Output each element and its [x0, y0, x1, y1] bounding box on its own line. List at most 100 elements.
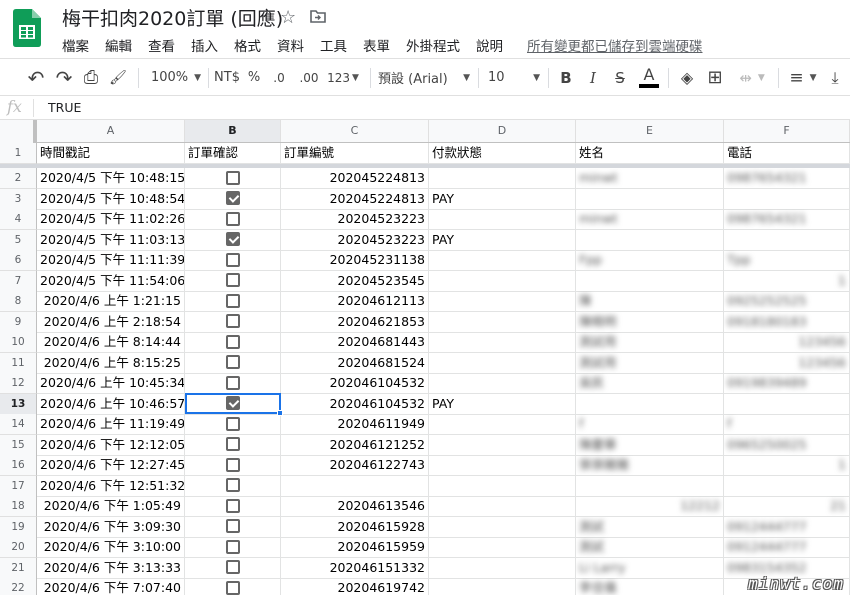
borders-icon[interactable]: ⊞ — [704, 59, 726, 96]
cell-name[interactable]: 12212 — [576, 496, 724, 517]
cell-phone[interactable]: 0912444777 — [724, 516, 850, 538]
cell-payment-status[interactable] — [429, 311, 576, 333]
cell-payment-status[interactable] — [429, 250, 576, 271]
menu-data[interactable]: 資料 — [269, 35, 312, 55]
row-header[interactable]: 12 — [0, 373, 37, 394]
font-size-select[interactable]: 10 ▼ — [488, 59, 540, 96]
cell-timestamp[interactable]: 2020/4/6 下午 3:13:33 — [37, 557, 185, 579]
formula-input[interactable]: TRUE — [48, 100, 81, 115]
checkbox-unchecked-icon[interactable] — [225, 539, 240, 554]
cell-order-confirm[interactable] — [185, 516, 281, 538]
row-header[interactable]: 11 — [0, 352, 37, 374]
cell-phone[interactable]: 21 — [724, 496, 850, 517]
vertical-align-icon[interactable]: ⤓ — [824, 59, 846, 96]
menu-addons[interactable]: 外掛程式 — [398, 35, 468, 55]
row-header[interactable]: 16 — [0, 455, 37, 476]
checkbox-unchecked-icon[interactable] — [225, 580, 240, 595]
merge-cells-button[interactable]: ⇹ ▼ — [732, 59, 772, 96]
cell-phone[interactable] — [724, 475, 850, 497]
cell-order-confirm[interactable] — [185, 352, 281, 374]
checkbox-unchecked-icon[interactable] — [225, 211, 240, 226]
row-header[interactable]: 8 — [0, 291, 37, 312]
cell-order-number[interactable]: 202046104532 — [281, 393, 429, 415]
cell-phone[interactable] — [724, 229, 850, 251]
strikethrough-button[interactable]: S — [610, 59, 630, 96]
column-header-a[interactable]: A — [37, 120, 185, 142]
increase-decimal-button[interactable]: .00 — [295, 59, 323, 96]
cell-order-number[interactable]: 20204523223 — [281, 229, 429, 251]
cell-order-confirm[interactable] — [185, 434, 281, 456]
row-header[interactable]: 22 — [0, 578, 37, 595]
checkbox-unchecked-icon[interactable] — [225, 314, 240, 328]
cell-phone[interactable]: 0987654321 — [724, 168, 850, 189]
cell-phone[interactable]: 1 — [724, 455, 850, 476]
checkbox-unchecked-icon[interactable] — [225, 355, 240, 369]
cell-name[interactable]: 陳曉明 — [576, 311, 724, 333]
row-header[interactable]: 9 — [0, 311, 37, 333]
horizontal-align-button[interactable]: ≡ ▼ — [786, 59, 820, 96]
checkbox-checked-icon[interactable] — [225, 232, 240, 246]
cell-order-confirm[interactable] — [185, 229, 281, 251]
cell-order-confirm[interactable] — [185, 332, 281, 353]
cell-payment-status[interactable] — [429, 270, 576, 292]
checkbox-unchecked-icon[interactable] — [225, 416, 240, 431]
cell-phone[interactable]: 123456 — [724, 352, 850, 374]
cell-payment-status[interactable] — [429, 168, 576, 189]
cell-payment-status[interactable] — [429, 209, 576, 230]
cell-order-number[interactable]: 20204615959 — [281, 537, 429, 558]
cell-timestamp[interactable]: 2020/4/6 下午 1:05:49 — [37, 496, 185, 517]
cell-order-number[interactable]: 20204613546 — [281, 496, 429, 517]
cell-name[interactable]: 陳慶華 — [576, 434, 724, 456]
row-header[interactable]: 19 — [0, 516, 37, 538]
cell-name[interactable]: 測試 — [576, 516, 724, 538]
checkbox-unchecked-icon[interactable] — [225, 273, 240, 287]
cell-payment-status[interactable] — [429, 291, 576, 312]
more-formats-select[interactable]: 123 ▼ — [326, 59, 360, 96]
cell-payment-status[interactable] — [429, 455, 576, 476]
fill-color-icon[interactable]: ◈ — [676, 59, 698, 96]
row-header[interactable]: 17 — [0, 475, 37, 497]
cell-order-confirm[interactable] — [185, 496, 281, 517]
cell-order-number[interactable]: 20204612113 — [281, 291, 429, 312]
cell-order-confirm[interactable] — [185, 475, 281, 497]
cell-phone[interactable]: 123456 — [724, 332, 850, 353]
currency-format-button[interactable]: NT$ — [213, 59, 241, 96]
select-all-corner[interactable] — [0, 120, 37, 143]
checkbox-unchecked-icon[interactable] — [225, 498, 240, 513]
cell-timestamp[interactable]: 2020/4/5 下午 11:54:06 — [37, 270, 185, 292]
cell-timestamp[interactable]: 2020/4/5 下午 11:03:13 — [37, 229, 185, 251]
cell-phone[interactable]: 0987654321 — [724, 209, 850, 230]
decrease-decimal-button[interactable]: .0 — [268, 59, 290, 96]
menu-format[interactable]: 格式 — [226, 35, 269, 55]
cell-order-number[interactable]: 202045231138 — [281, 250, 429, 271]
row-header[interactable]: 6 — [0, 250, 37, 271]
zoom-select[interactable]: 100% ▼ — [148, 59, 204, 96]
cell-timestamp[interactable]: 2020/4/5 下午 11:11:39 — [37, 250, 185, 271]
checkbox-unchecked-icon[interactable] — [225, 375, 240, 390]
cell-phone[interactable]: 1 — [724, 270, 850, 292]
cell-timestamp[interactable]: 2020/4/6 上午 11:19:49 — [37, 414, 185, 435]
cell-payment-status[interactable] — [429, 373, 576, 394]
cell-order-confirm[interactable] — [185, 393, 281, 415]
cell-timestamp[interactable]: 2020/4/5 下午 11:02:26 — [37, 209, 185, 230]
cell-order-number[interactable]: 202046122743 — [281, 455, 429, 476]
cell-name[interactable] — [576, 229, 724, 251]
cell-order-confirm[interactable] — [185, 455, 281, 476]
document-title[interactable]: 梅干扣肉2020訂單 (回應) — [62, 4, 283, 31]
row-header[interactable]: 7 — [0, 270, 37, 292]
save-status-link[interactable]: 所有變更都已儲存到雲端硬碟 — [511, 35, 703, 55]
cell-name[interactable]: 吳民 — [576, 373, 724, 394]
header-cell-phone[interactable]: 電話 — [724, 143, 850, 164]
menu-view[interactable]: 查看 — [140, 35, 183, 55]
cell-order-number[interactable]: 20204619742 — [281, 578, 429, 595]
cell-name[interactable] — [576, 188, 724, 210]
menu-form[interactable]: 表單 — [355, 35, 398, 55]
header-cell-order-number[interactable]: 訂單編號 — [281, 143, 429, 164]
cell-name[interactable]: 測試用 — [576, 332, 724, 353]
cell-name[interactable]: 張張豬豬 — [576, 455, 724, 476]
column-header-d[interactable]: D — [429, 120, 576, 142]
cell-name[interactable]: Li Larry — [576, 557, 724, 579]
cell-name[interactable] — [576, 270, 724, 292]
cell-order-confirm[interactable] — [185, 188, 281, 210]
cell-timestamp[interactable]: 2020/4/6 下午 3:09:30 — [37, 516, 185, 538]
